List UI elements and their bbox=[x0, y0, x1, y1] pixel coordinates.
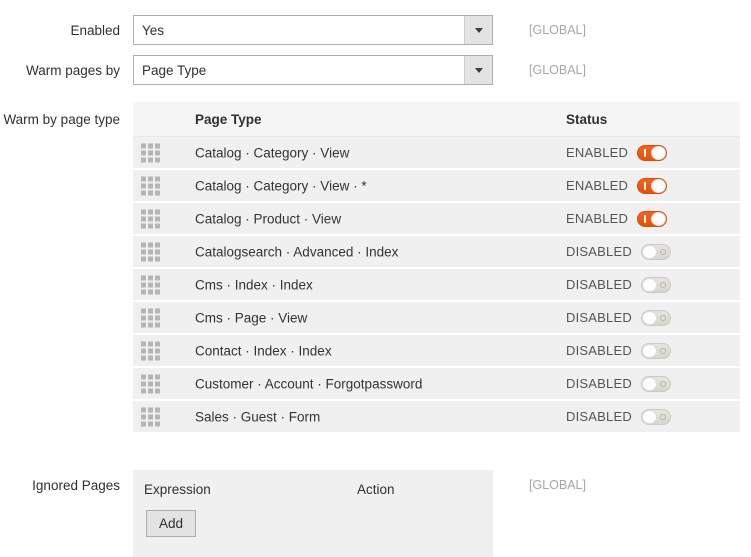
chevron-down-icon bbox=[474, 27, 483, 33]
status-toggle[interactable] bbox=[637, 177, 668, 194]
toggle-knob bbox=[641, 244, 657, 259]
add-button[interactable]: Add bbox=[146, 510, 196, 537]
table-row: Catalog · Product · View ENABLED bbox=[133, 203, 740, 236]
status-toggle[interactable] bbox=[637, 210, 668, 227]
warm-pages-by-select[interactable]: Page Type bbox=[133, 55, 493, 85]
table-row: Catalog · Category · View ENABLED bbox=[133, 137, 740, 170]
page-type-cell: Cms · Page · View bbox=[195, 310, 308, 325]
column-header-expression: Expression bbox=[144, 482, 211, 497]
toggle-mark-icon bbox=[644, 214, 647, 223]
chevron-down-icon bbox=[474, 67, 483, 73]
toggle-knob bbox=[641, 376, 657, 391]
toggle-knob bbox=[641, 343, 657, 358]
drag-handle-icon[interactable] bbox=[141, 275, 160, 294]
status-badge: DISABLED bbox=[566, 376, 632, 391]
status-badge: DISABLED bbox=[566, 244, 632, 259]
toggle-knob bbox=[651, 178, 667, 193]
page-type-cell: Catalog · Product · View bbox=[195, 211, 342, 226]
toggle-mark-icon bbox=[659, 380, 666, 387]
drag-handle-icon[interactable] bbox=[141, 176, 160, 195]
toggle-knob bbox=[641, 409, 657, 424]
status-cell: DISABLED bbox=[566, 342, 671, 359]
page-type-table-body: Catalog · Category · View ENABLED Catalog … bbox=[133, 137, 740, 434]
page-type-cell: Sales · Guest · Form bbox=[195, 409, 321, 424]
toggle-mark-icon bbox=[659, 413, 666, 420]
page-type-cell: Catalog · Category · View bbox=[195, 145, 350, 160]
status-badge: ENABLED bbox=[566, 211, 629, 226]
page-type-cell: Customer · Account · Forgotpassword bbox=[195, 376, 423, 391]
enabled-select-dropdown-button[interactable] bbox=[464, 16, 492, 44]
system-config-page: Enabled Yes [GLOBAL] Warm pages by Page … bbox=[0, 0, 751, 557]
toggle-mark-icon bbox=[659, 347, 666, 354]
drag-handle-icon[interactable] bbox=[141, 308, 160, 327]
ignored-pages-scope: [GLOBAL] bbox=[529, 478, 586, 492]
status-cell: DISABLED bbox=[566, 408, 671, 425]
warm-pages-by-label: Warm pages by bbox=[25, 63, 120, 78]
ignored-pages-label: Ignored Pages bbox=[32, 478, 120, 493]
page-type-cell: Cms · Index · Index bbox=[195, 277, 313, 292]
column-header-status: Status bbox=[566, 112, 608, 127]
enabled-select[interactable]: Yes bbox=[133, 15, 493, 45]
drag-handle-icon[interactable] bbox=[141, 209, 160, 228]
status-badge: DISABLED bbox=[566, 343, 632, 358]
status-badge: ENABLED bbox=[566, 145, 629, 160]
drag-handle-icon[interactable] bbox=[141, 407, 160, 426]
drag-handle-icon[interactable] bbox=[141, 374, 160, 393]
toggle-mark-icon bbox=[644, 148, 647, 157]
enabled-scope: [GLOBAL] bbox=[529, 23, 586, 37]
table-row: Cms · Index · Index DISABLED bbox=[133, 269, 740, 302]
status-toggle[interactable] bbox=[637, 144, 668, 161]
status-cell: DISABLED bbox=[566, 309, 671, 326]
drag-handle-icon[interactable] bbox=[141, 341, 160, 360]
status-toggle[interactable] bbox=[640, 375, 671, 392]
ignored-pages-box: Expression Action Add bbox=[133, 470, 493, 557]
warm-pages-by-scope: [GLOBAL] bbox=[529, 63, 586, 77]
page-type-cell: Contact · Index · Index bbox=[195, 343, 332, 358]
toggle-mark-icon bbox=[644, 181, 647, 190]
status-toggle[interactable] bbox=[640, 408, 671, 425]
table-row: Cms · Page · View DISABLED bbox=[133, 302, 740, 335]
page-type-cell: Catalogsearch · Advanced · Index bbox=[195, 244, 399, 259]
status-toggle[interactable] bbox=[640, 243, 671, 260]
toggle-mark-icon bbox=[659, 248, 666, 255]
table-row: Contact · Index · Index DISABLED bbox=[133, 335, 740, 368]
status-toggle[interactable] bbox=[640, 276, 671, 293]
status-cell: ENABLED bbox=[566, 210, 668, 227]
toggle-mark-icon bbox=[659, 314, 666, 321]
table-row: Catalog · Category · View · * ENABLED bbox=[133, 170, 740, 203]
column-header-action: Action bbox=[357, 482, 395, 497]
page-type-table-header: Page Type Status bbox=[133, 102, 740, 137]
column-header-page-type: Page Type bbox=[195, 112, 262, 127]
page-type-cell: Catalog · Category · View · * bbox=[195, 178, 367, 193]
toggle-knob bbox=[651, 211, 667, 226]
drag-handle-icon[interactable] bbox=[141, 143, 160, 162]
status-cell: DISABLED bbox=[566, 243, 671, 260]
table-row: Sales · Guest · Form DISABLED bbox=[133, 401, 740, 434]
toggle-knob bbox=[641, 277, 657, 292]
warm-pages-by-select-value: Page Type bbox=[134, 56, 464, 84]
page-type-table: Page Type Status Catalog · Category · Vi… bbox=[133, 102, 740, 434]
table-row: Catalogsearch · Advanced · Index DISABLED bbox=[133, 236, 740, 269]
status-badge: ENABLED bbox=[566, 178, 629, 193]
status-badge: DISABLED bbox=[566, 409, 632, 424]
warm-by-page-type-label: Warm by page type bbox=[3, 112, 120, 127]
drag-handle-icon[interactable] bbox=[141, 242, 160, 261]
status-cell: ENABLED bbox=[566, 177, 668, 194]
table-row: Customer · Account · Forgotpassword DISAB… bbox=[133, 368, 740, 401]
enabled-label: Enabled bbox=[70, 23, 120, 38]
warm-pages-by-select-dropdown-button[interactable] bbox=[464, 56, 492, 84]
toggle-knob bbox=[651, 145, 667, 160]
status-cell: ENABLED bbox=[566, 144, 668, 161]
status-cell: DISABLED bbox=[566, 276, 671, 293]
toggle-mark-icon bbox=[659, 281, 666, 288]
status-cell: DISABLED bbox=[566, 375, 671, 392]
enabled-select-value: Yes bbox=[134, 16, 464, 44]
status-toggle[interactable] bbox=[640, 342, 671, 359]
status-badge: DISABLED bbox=[566, 310, 632, 325]
status-badge: DISABLED bbox=[566, 277, 632, 292]
status-toggle[interactable] bbox=[640, 309, 671, 326]
toggle-knob bbox=[641, 310, 657, 325]
